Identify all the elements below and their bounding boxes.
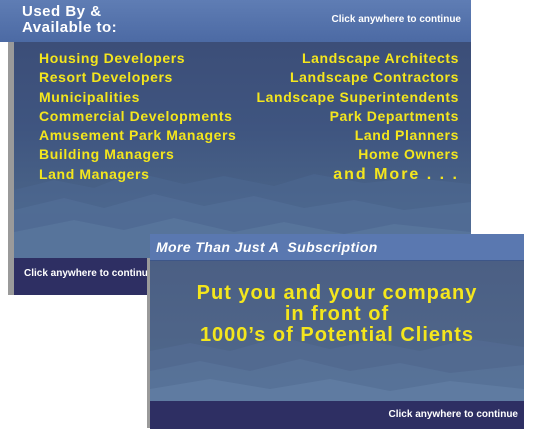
list-item: Housing Developers	[39, 50, 186, 66]
message-line: Put you and your company	[196, 282, 478, 304]
list-item: Amusement Park Managers	[39, 127, 237, 144]
subscription-card-body[interactable]: Put you and your company in front of 100…	[150, 261, 524, 401]
list-item: Park Departments	[329, 107, 459, 124]
subscription-card-header[interactable]: More Than Just A Subscription	[150, 234, 524, 261]
audience-card-header[interactable]: Used By & Available to: Click anywhere t…	[0, 0, 471, 42]
list-item: Land Managers	[39, 165, 150, 182]
audience-card-title: Used By & Available to:	[22, 3, 118, 36]
audience-list-right: Landscape Architects Landscape Contracto…	[257, 49, 459, 184]
list-item: Resort Developers	[39, 69, 173, 86]
audience-card-body[interactable]: Housing Developers Resort Developers Mun…	[14, 42, 471, 260]
continue-hint-top[interactable]: Click anywhere to continue	[332, 14, 461, 25]
list-item: Home Owners	[358, 146, 459, 163]
list-item: Commercial Developments	[39, 107, 233, 124]
audience-list-left: Housing Developers Resort Developers Mun…	[39, 49, 236, 184]
message-line: in front of	[284, 303, 390, 325]
message-line: 1000’s of Potential Clients	[199, 324, 475, 346]
subscription-card[interactable]: More Than Just A Subscription Put you an…	[147, 234, 524, 429]
subscription-card-footer[interactable]: Click anywhere to continue	[150, 401, 524, 429]
list-item: Landscape Architects	[302, 50, 459, 66]
list-item: Municipalities	[39, 88, 140, 105]
continue-hint-bottom[interactable]: Click anywhere to continue	[389, 409, 518, 420]
subscription-message: Put you and your company in front of 100…	[150, 283, 524, 346]
subscription-card-title: More Than Just A Subscription	[156, 239, 378, 255]
list-item: Landscape Contractors	[290, 69, 459, 86]
list-item-more: and More . . .	[333, 165, 459, 183]
continue-hint-bottom[interactable]: Click anywhere to continue	[24, 268, 153, 279]
list-item: Land Planners	[354, 127, 459, 144]
list-item: Landscape Superintendents	[256, 88, 459, 105]
list-item: Building Managers	[39, 146, 175, 163]
